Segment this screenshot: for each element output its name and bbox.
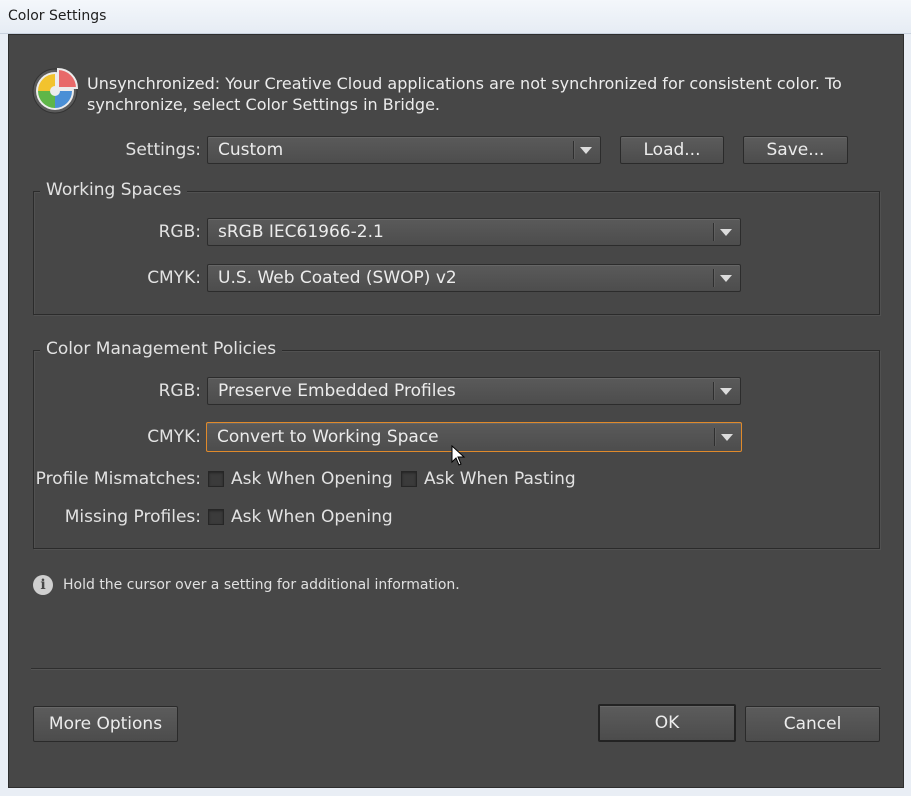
ws-cmyk-label: CMYK: <box>147 268 201 288</box>
policy-rgb-label: RGB: <box>158 381 201 401</box>
ws-rgb-label: RGB: <box>158 222 201 242</box>
more-options-button[interactable]: More Options <box>33 706 178 742</box>
chevron-down-icon <box>720 275 732 282</box>
mismatch-ask-opening-checkbox[interactable] <box>208 471 224 487</box>
policy-cmyk-label: CMYK: <box>147 427 201 447</box>
save-button[interactable]: Save... <box>743 136 848 164</box>
dropdown-separator <box>713 382 714 400</box>
chevron-down-icon <box>580 147 592 154</box>
dropdown-separator <box>573 141 574 159</box>
policies-title: Color Management Policies <box>40 339 283 359</box>
settings-dropdown[interactable]: Custom <box>207 136 601 164</box>
settings-label: Settings: <box>125 140 201 160</box>
working-spaces-title: Working Spaces <box>40 180 188 200</box>
dropdown-separator <box>713 223 714 241</box>
policy-cmyk-dropdown[interactable]: Convert to Working Space <box>206 422 742 452</box>
info-text: Hold the cursor over a setting for addit… <box>63 577 460 593</box>
working-spaces-group <box>33 191 880 315</box>
missing-profiles-label: Missing Profiles: <box>64 507 201 527</box>
ws-cmyk-value: U.S. Web Coated (SWOP) v2 <box>218 268 457 288</box>
policy-rgb-value: Preserve Embedded Profiles <box>218 381 456 401</box>
chevron-down-icon <box>720 388 732 395</box>
window-title: Color Settings <box>8 8 107 24</box>
sync-message: Unsynchronized: Your Creative Cloud appl… <box>87 74 842 114</box>
mismatch-ask-opening-label[interactable]: Ask When Opening <box>231 469 393 489</box>
mismatch-ask-pasting-label[interactable]: Ask When Pasting <box>424 469 576 489</box>
mismatch-ask-pasting-checkbox[interactable] <box>401 471 417 487</box>
missing-ask-opening-label[interactable]: Ask When Opening <box>231 507 393 527</box>
policy-cmyk-value: Convert to Working Space <box>217 427 439 447</box>
settings-value: Custom <box>218 140 284 160</box>
chevron-down-icon <box>720 229 732 236</box>
cancel-button[interactable]: Cancel <box>745 706 880 742</box>
chevron-down-icon <box>721 434 733 441</box>
info-icon: i <box>33 575 53 595</box>
ws-cmyk-dropdown[interactable]: U.S. Web Coated (SWOP) v2 <box>207 264 741 292</box>
ws-rgb-value: sRGB IEC61966-2.1 <box>218 222 384 242</box>
load-button[interactable]: Load... <box>620 136 724 164</box>
footer-divider <box>31 668 881 669</box>
title-bar[interactable]: Color Settings <box>0 0 911 34</box>
missing-ask-opening-checkbox[interactable] <box>208 509 224 525</box>
policy-rgb-dropdown[interactable]: Preserve Embedded Profiles <box>207 377 741 405</box>
ws-rgb-dropdown[interactable]: sRGB IEC61966-2.1 <box>207 218 741 246</box>
ok-button[interactable]: OK <box>598 704 736 742</box>
dropdown-separator <box>713 269 714 287</box>
color-wheel-icon <box>32 67 79 114</box>
color-settings-dialog: Unsynchronized: Your Creative Cloud appl… <box>8 34 904 788</box>
dropdown-separator <box>714 428 715 446</box>
mouse-cursor-icon <box>451 445 466 466</box>
profile-mismatches-label: Profile Mismatches: <box>35 469 201 489</box>
